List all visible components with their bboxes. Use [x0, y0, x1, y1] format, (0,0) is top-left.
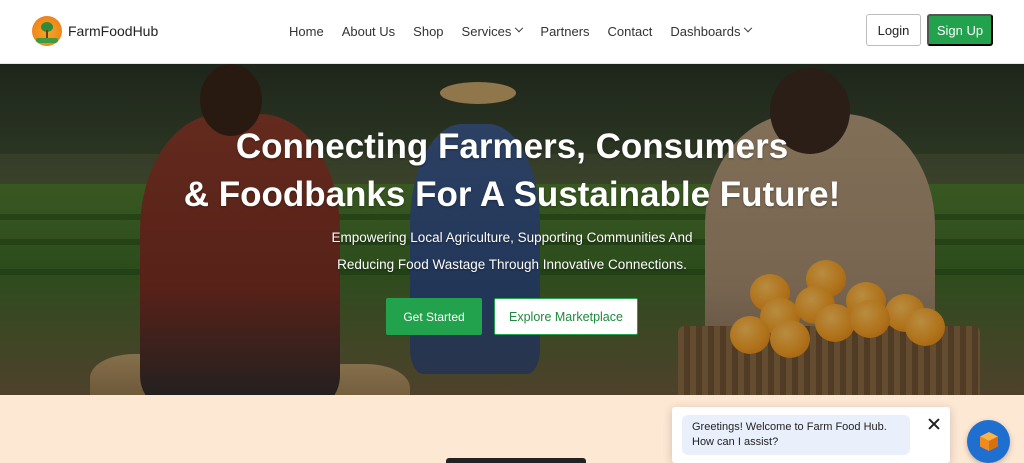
farm-logo-icon [32, 16, 62, 46]
chat-greeting-popup: Greetings! Welcome to Farm Food Hub. How… [672, 407, 950, 463]
hero-title-line-2: & Foodbanks For A Sustainable Future! [183, 175, 841, 214]
nav-partners[interactable]: Partners [540, 24, 589, 39]
nav-contact-label: Contact [607, 23, 653, 39]
login-button[interactable]: Login [866, 14, 921, 46]
chat-message-line-1: Greetings! Welcome to Farm Food Hub. [692, 421, 887, 433]
nav-home[interactable]: Home [289, 24, 324, 39]
nav-dashboards-label: Dashboards [670, 23, 741, 39]
chat-greeting-message: Greetings! Welcome to Farm Food Hub. How… [682, 415, 910, 455]
cube-icon [980, 432, 998, 451]
chevron-down-icon [744, 23, 753, 33]
nav-home-label: Home [289, 23, 324, 39]
close-icon[interactable] [927, 417, 941, 431]
main-nav: Home About Us Shop Services Partners Con… [289, 22, 769, 40]
chat-message-line-2: How can I assist? [692, 436, 779, 448]
brand-name: FarmFoodHub [68, 23, 159, 39]
hero-title-line-1: Connecting Farmers, Consumers [235, 127, 789, 166]
hero-subtitle-line-2: Reducing Food Wastage Through Innovative… [337, 257, 687, 272]
nav-shop-label: Shop [413, 23, 444, 39]
nav-about-us[interactable]: About Us [342, 24, 395, 39]
explore-marketplace-button[interactable]: Explore Marketplace [494, 298, 638, 335]
section-heading-partial [446, 458, 586, 463]
nav-dashboards[interactable]: Dashboards [670, 23, 753, 39]
hero-title: Connecting Farmers, Consumers & Foodbank… [0, 123, 1024, 219]
nav-shop[interactable]: Shop [413, 24, 443, 39]
hero-section: Connecting Farmers, Consumers & Foodbank… [0, 64, 1024, 395]
top-navbar: FarmFoodHub Home About Us Shop Services … [0, 0, 1024, 64]
brand[interactable]: FarmFoodHub [32, 15, 158, 47]
chat-launcher-button[interactable] [967, 420, 1010, 463]
nav-about-us-label: About Us [341, 23, 396, 39]
chevron-down-icon [515, 23, 524, 33]
signup-button[interactable]: Sign Up [927, 14, 993, 46]
nav-services[interactable]: Services [461, 23, 524, 39]
nav-services-label: Services [461, 23, 512, 39]
get-started-button[interactable]: Get Started [386, 298, 482, 335]
nav-contact[interactable]: Contact [608, 24, 653, 39]
hero-subtitle-line-1: Empowering Local Agriculture, Supporting… [331, 230, 693, 245]
hero-subtitle: Empowering Local Agriculture, Supporting… [0, 224, 1024, 278]
nav-partners-label: Partners [540, 23, 590, 39]
